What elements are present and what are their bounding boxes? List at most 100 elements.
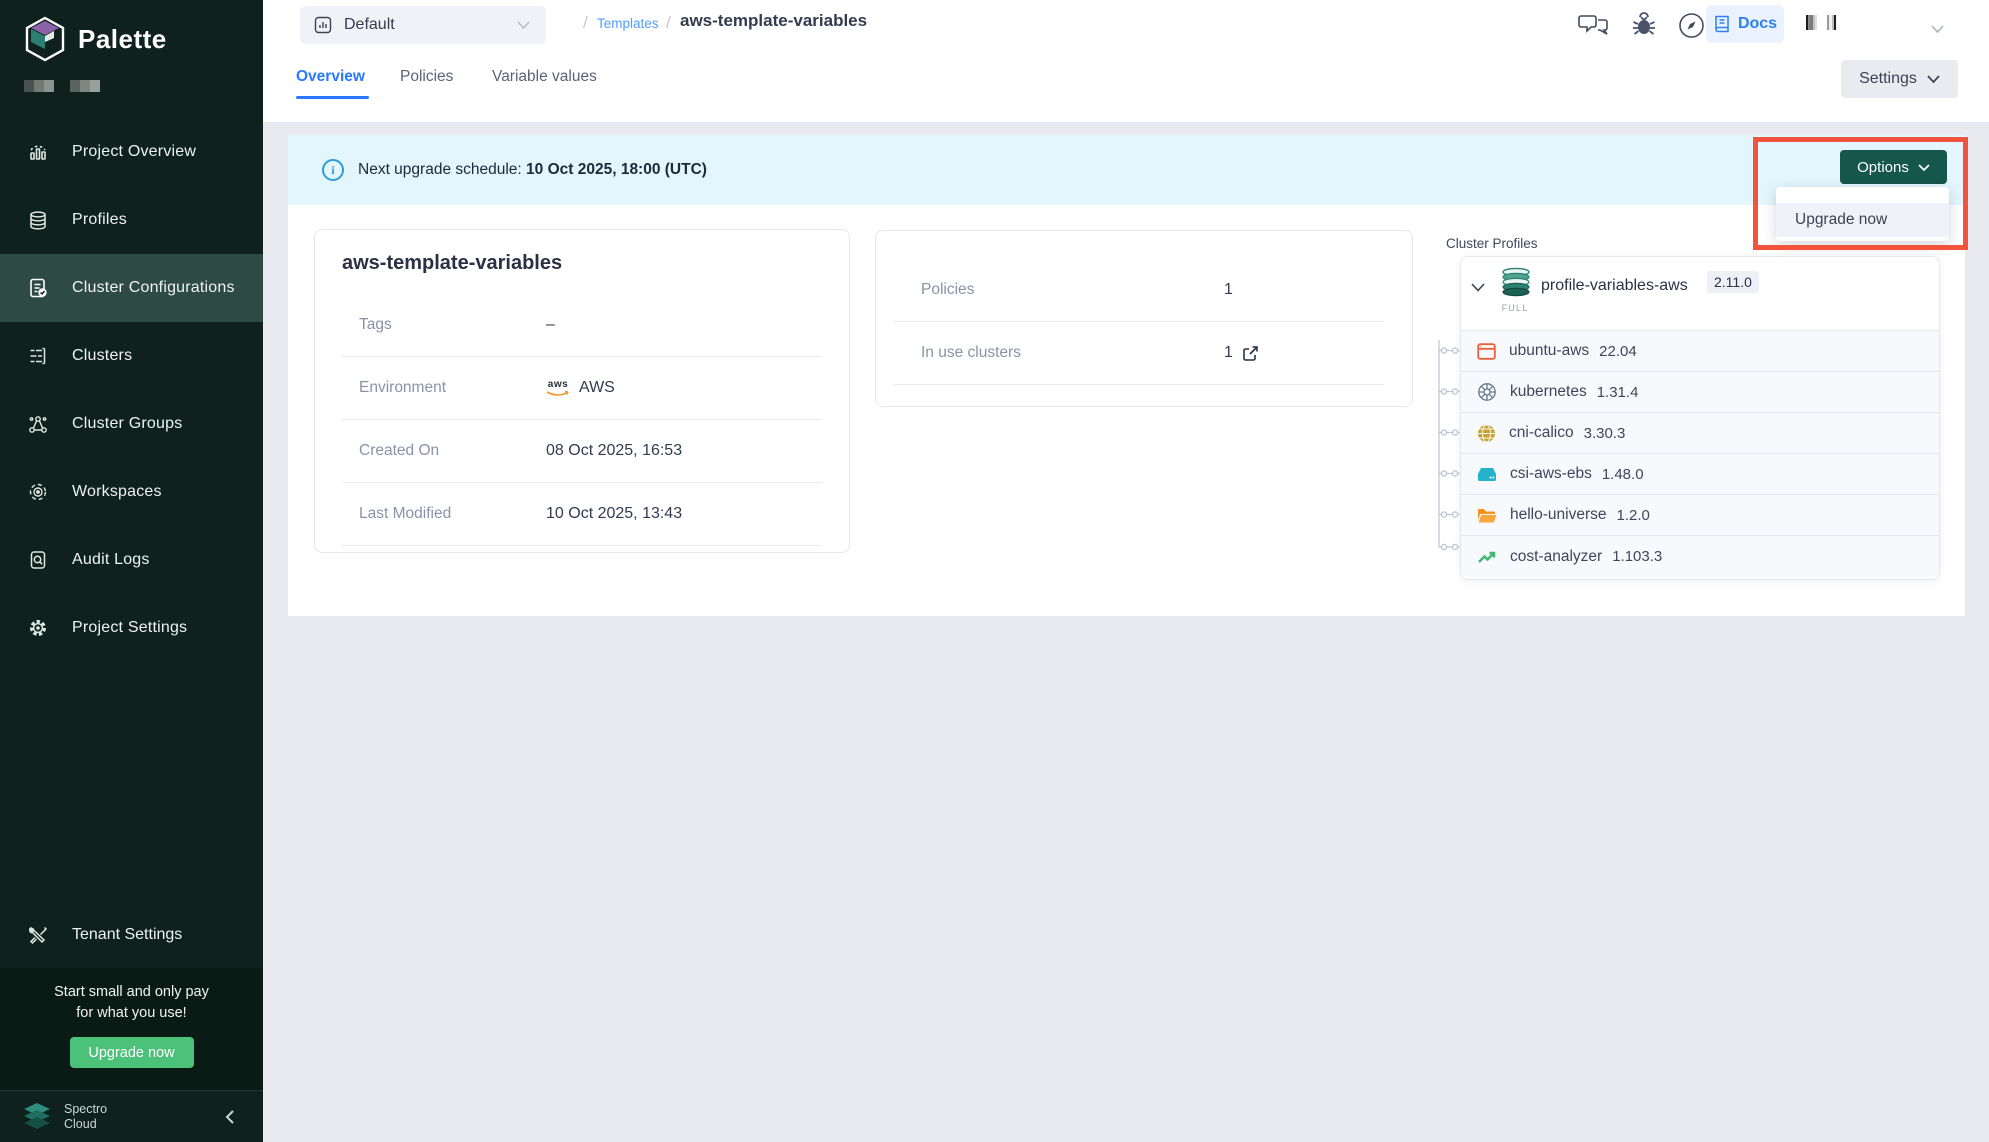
layer-tree-connectors [1436,330,1462,580]
user-name-redacted[interactable] [1806,15,1838,30]
chevron-down-icon[interactable] [1471,279,1485,297]
promo-text-line2: for what you use! [0,1003,263,1024]
bug-report-icon[interactable] [1631,12,1657,43]
user-menu-chevron-icon[interactable] [1931,20,1944,38]
layer-name: ubuntu-aws [1509,342,1589,360]
external-link-icon[interactable] [1242,345,1259,362]
aws-logo-word: aws [548,380,568,390]
profile-layer-row[interactable]: csi-aws-ebs 1.48.0 [1461,454,1939,495]
project-selector-dropdown[interactable]: Default [300,6,546,44]
sidebar-item-label: Workspaces [72,483,162,501]
profile-layer-row[interactable]: cost-analyzer 1.103.3 [1461,536,1939,577]
profile-name: profile-variables-aws [1541,277,1688,295]
banner-text: Next upgrade schedule: 10 Oct 2025, 18:0… [358,161,707,179]
template-name-title: aws-template-variables [342,252,562,275]
profile-layer-row[interactable]: ubuntu-aws 22.04 [1461,331,1939,372]
storage-drive-icon [1477,466,1497,483]
sidebar-item-project-settings[interactable]: Project Settings [0,594,263,662]
cluster-profiles-panel: FULL profile-variables-aws 2.11.0 ubuntu… [1460,256,1940,580]
redaction-bar [24,80,54,92]
redaction-bar [70,80,100,92]
menu-item-upgrade-now[interactable]: Upgrade now [1776,203,1949,237]
layers-icon [27,209,49,231]
sidebar-item-label: Project Settings [72,619,187,637]
tab-policies[interactable]: Policies [400,68,453,86]
docs-button[interactable]: Docs [1706,5,1784,43]
active-tab-indicator [296,96,369,99]
upgrade-now-button[interactable]: Upgrade now [70,1037,194,1068]
profile-header-row[interactable]: FULL profile-variables-aws 2.11.0 [1461,257,1939,331]
sidebar-item-tenant-settings[interactable]: Tenant Settings [0,904,263,966]
tab-variable-values[interactable]: Variable values [492,68,597,86]
spectro-cloud-logo-icon [20,1101,54,1133]
row-value: – [546,316,555,334]
usage-card: Policies 1 In use clusters 1 [875,230,1413,407]
profile-layer-row[interactable]: cni-calico 3.30.3 [1461,413,1939,454]
profile-layer-row[interactable]: hello-universe 1.2.0 [1461,495,1939,536]
sidebar: Palette Project Overview [0,0,263,1142]
trend-up-icon [1477,549,1497,565]
tab-overview[interactable]: Overview [296,68,365,86]
table-row: Policies 1 [894,259,1384,322]
sidebar-collapse-button[interactable] [225,1109,235,1130]
table-row: Environment aws AWS [342,357,822,420]
sidebar-nav: Project Overview Profiles [0,118,263,662]
orbit-icon [27,481,49,503]
spectro-cloud-wordmark: Spectro Cloud [64,1102,107,1132]
sidebar-footer: Spectro Cloud [0,1090,263,1142]
project-selector-value: Default [344,16,395,34]
options-button-label: Options [1857,159,1909,176]
sidebar-item-cluster-groups[interactable]: Cluster Groups [0,390,263,458]
redaction-bar [1806,15,1817,30]
main-content: i Next upgrade schedule: 10 Oct 2025, 18… [288,135,1965,616]
upgrade-promo: Start small and only pay for what you us… [0,968,263,1090]
sidebar-item-label: Cluster Configurations [72,279,235,297]
sidebar-item-label: Clusters [72,347,132,365]
sidebar-item-project-overview[interactable]: Project Overview [0,118,263,186]
aws-logo-icon: aws [546,380,570,397]
cluster-profiles-heading: Cluster Profiles [1446,236,1538,251]
sidebar-item-workspaces[interactable]: Workspaces [0,458,263,526]
usage-rows: Policies 1 In use clusters 1 [894,259,1384,385]
row-label: In use clusters [894,344,1224,362]
sidebar-item-clusters[interactable]: Clusters [0,322,263,390]
feedback-chat-icon[interactable] [1578,12,1610,43]
list-icon [27,345,49,367]
breadcrumb-separator: / [583,13,588,33]
topbar: Default / Templates / aws-template-varia… [263,0,1989,122]
settings-button[interactable]: Settings [1841,60,1958,98]
layer-version: 22.04 [1599,343,1637,360]
layer-name: csi-aws-ebs [1510,465,1592,483]
banner-schedule-datetime: 10 Oct 2025, 18:00 (UTC) [526,161,707,178]
upgrade-schedule-banner: i Next upgrade schedule: 10 Oct 2025, 18… [288,135,1965,205]
template-overview-card: aws-template-variables Tags – Environmen… [314,229,850,553]
compass-icon[interactable] [1678,12,1705,44]
table-row: In use clusters 1 [894,322,1384,385]
breadcrumb-current-page: aws-template-variables [680,11,867,31]
profile-version-badge: 2.11.0 [1707,271,1759,293]
gear-icon [27,617,49,639]
sidebar-item-cluster-configurations[interactable]: Cluster Configurations [0,254,263,322]
app-root: Palette Project Overview [0,0,1989,1142]
options-button[interactable]: Options [1840,150,1947,184]
table-row: Tags – [342,294,822,357]
logo-wordmark: Palette [78,24,167,55]
row-label: Tags [342,316,546,334]
layer-name: cost-analyzer [1510,548,1602,566]
sidebar-item-label: Profiles [72,211,127,229]
layer-version: 1.31.4 [1597,384,1639,401]
breadcrumb-link-templates[interactable]: Templates [597,16,659,31]
stacked-layers-icon [1497,264,1535,305]
project-icon [313,15,333,35]
environment-value: AWS [579,379,615,397]
row-value: 1 [1224,281,1233,299]
brand-line2: Cloud [64,1117,97,1131]
profile-layer-row[interactable]: kubernetes 1.31.4 [1461,372,1939,413]
sidebar-item-profiles[interactable]: Profiles [0,186,263,254]
document-check-icon [27,277,49,299]
layer-version: 1.2.0 [1617,507,1650,524]
sidebar-item-audit-logs[interactable]: Audit Logs [0,526,263,594]
network-icon [27,413,49,435]
profile-type-badge: FULL [1495,303,1535,313]
layer-version: 1.103.3 [1612,548,1662,565]
